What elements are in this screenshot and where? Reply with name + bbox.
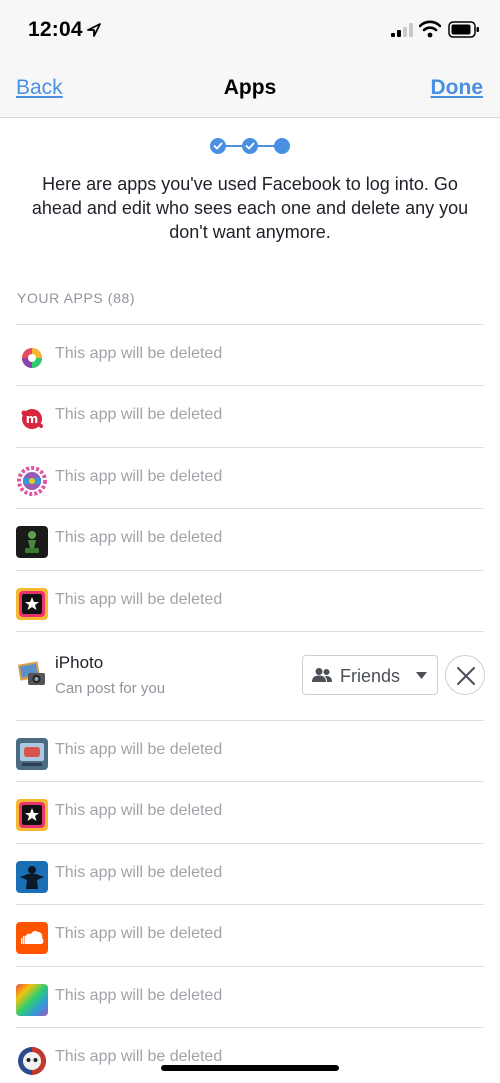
intro-text: Here are apps you've used Facebook to lo… bbox=[31, 174, 469, 242]
step-progress-indicator bbox=[210, 138, 290, 154]
app-row-iphoto[interactable]: iPhoto Can post for you Friends bbox=[16, 630, 485, 720]
app-status: This app will be deleted bbox=[55, 467, 223, 485]
soundcloud-app-icon bbox=[16, 922, 48, 955]
app-status: This app will be deleted bbox=[55, 529, 223, 547]
cellular-signal-icon bbox=[391, 23, 413, 37]
step-1-complete-icon bbox=[210, 138, 226, 154]
app-row[interactable]: This app will be deleted bbox=[16, 719, 484, 781]
app-row[interactable]: This app will be deleted bbox=[16, 1026, 484, 1083]
step-2-complete-icon bbox=[242, 138, 258, 154]
app-status: This app will be deleted bbox=[55, 1047, 223, 1065]
app-status: This app will be deleted bbox=[55, 802, 223, 820]
navigation-bar: Back Apps Done bbox=[0, 62, 500, 118]
chess-pawn-app-icon bbox=[16, 526, 48, 559]
app-status: This app will be deleted bbox=[55, 345, 223, 362]
colorful-swirl-app-icon bbox=[16, 342, 48, 374]
star-app-icon bbox=[16, 587, 48, 620]
app-status: This app will be deleted bbox=[55, 406, 223, 424]
friends-icon bbox=[312, 667, 332, 682]
caret-down-icon bbox=[416, 671, 427, 679]
status-time: 12:04 bbox=[28, 18, 83, 41]
app-row[interactable]: This app will be deleted bbox=[16, 842, 484, 904]
app-row[interactable]: m This app will be deleted bbox=[16, 385, 484, 446]
skull-app-icon bbox=[16, 1044, 48, 1077]
status-bar: 12:04 bbox=[0, 0, 500, 62]
app-row[interactable]: This app will be deleted bbox=[16, 781, 484, 842]
silhouette-app-icon bbox=[16, 860, 48, 893]
audience-label: Friends bbox=[340, 665, 401, 686]
home-indicator bbox=[161, 1065, 339, 1071]
app-row[interactable]: This app will be deleted bbox=[16, 965, 484, 1027]
close-icon bbox=[457, 666, 475, 685]
app-list: This app will be deleted m This app will… bbox=[16, 324, 485, 1083]
app-name: iPhoto bbox=[55, 652, 104, 672]
app-status: This app will be deleted bbox=[55, 590, 223, 608]
remove-app-button[interactable] bbox=[445, 654, 485, 695]
app-status: This app will be deleted bbox=[55, 863, 223, 881]
app-permission: Can post for you bbox=[55, 679, 166, 697]
wifi-icon bbox=[419, 20, 441, 38]
rainbow-app-icon bbox=[16, 983, 48, 1016]
svg-text:m: m bbox=[26, 412, 39, 426]
step-3-current-icon bbox=[274, 138, 290, 154]
star-app-icon bbox=[16, 799, 48, 832]
section-header: YOUR APPS (88) bbox=[17, 290, 136, 306]
screen-app-icon bbox=[16, 737, 48, 770]
done-button[interactable]: Done bbox=[431, 76, 484, 100]
app-row[interactable]: This app will be deleted bbox=[16, 904, 484, 965]
app-status: This app will be deleted bbox=[55, 986, 223, 1004]
battery-icon bbox=[448, 21, 479, 38]
sunburst-badge-app-icon bbox=[16, 464, 48, 497]
location-arrow-icon bbox=[87, 23, 101, 37]
app-row[interactable]: This app will be deleted bbox=[16, 446, 484, 508]
app-row[interactable]: This app will be deleted bbox=[16, 324, 484, 385]
app-row[interactable]: This app will be deleted bbox=[16, 508, 484, 569]
app-status: This app will be deleted bbox=[55, 925, 223, 943]
app-row[interactable]: This app will be deleted bbox=[16, 569, 484, 631]
app-status: This app will be deleted bbox=[55, 740, 223, 758]
red-m-app-icon: m bbox=[16, 403, 48, 436]
audience-selector[interactable]: Friends bbox=[302, 654, 438, 695]
photo-camera-app-icon bbox=[16, 657, 48, 690]
page-title: Apps bbox=[223, 76, 277, 99]
back-button[interactable]: Back bbox=[16, 76, 63, 100]
